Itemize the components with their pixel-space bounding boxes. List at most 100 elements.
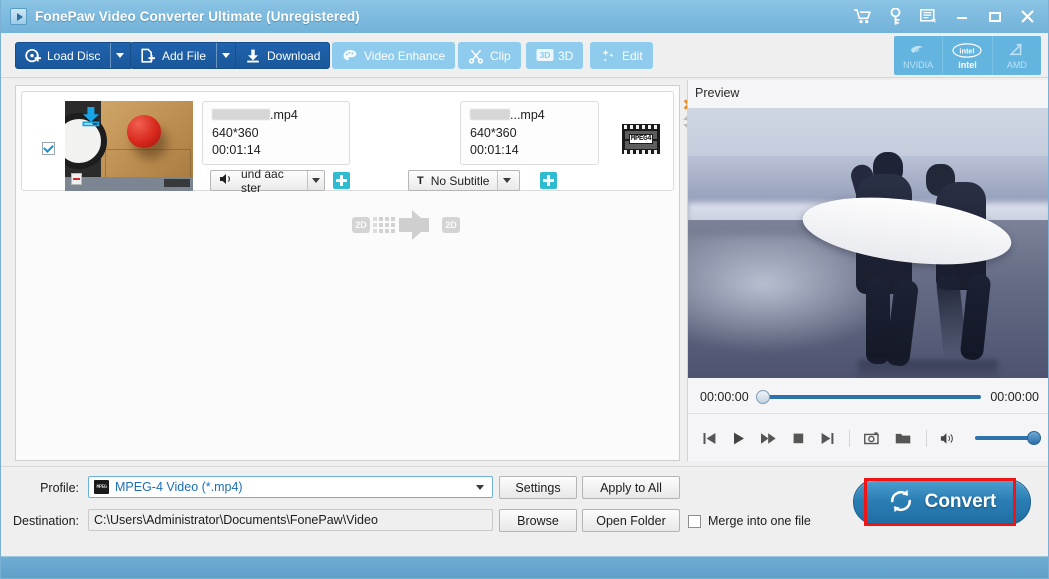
app-window: FonePaw Video Converter Ultimate (Unregi… (0, 0, 1049, 579)
load-disc-label: Load Disc (47, 48, 101, 63)
next-icon[interactable] (820, 430, 835, 447)
status-bar (1, 556, 1048, 578)
seek-knob[interactable] (755, 389, 770, 404)
open-folder-icon[interactable] (895, 430, 912, 447)
maximize-icon[interactable] (978, 2, 1011, 32)
fast-forward-icon[interactable] (760, 430, 777, 447)
load-disc-dropdown[interactable] (110, 43, 129, 68)
cart-icon[interactable] (846, 2, 879, 32)
conversion-arrow: 2D 2D (352, 209, 460, 241)
title-bar: FonePaw Video Converter Ultimate (Unregi… (1, 0, 1048, 33)
target-filename-suffix: ...mp4 (510, 108, 545, 122)
seek-bar[interactable]: 00:00:00 00:00:00 (688, 380, 1048, 414)
feedback-icon[interactable] (912, 2, 945, 32)
add-subtitle-button[interactable] (540, 172, 557, 189)
play-icon[interactable] (731, 430, 746, 447)
video-enhance-label: Video Enhance (364, 48, 446, 63)
merge-into-one-file[interactable]: Merge into one file (688, 514, 811, 528)
audio-track-dropdown-arrow[interactable] (306, 171, 324, 190)
transition-dots-icon (373, 217, 395, 233)
add-file-button[interactable]: Add File (130, 42, 240, 69)
target-duration: 00:01:14 (470, 143, 519, 157)
volume-icon[interactable] (940, 430, 957, 447)
open-folder-button[interactable]: Open Folder (582, 509, 680, 532)
key-icon[interactable] (879, 2, 912, 32)
disc-add-icon (25, 48, 41, 64)
preview-video[interactable] (688, 108, 1048, 378)
stop-icon[interactable] (791, 430, 806, 447)
mpeg4-label: MPEG4 (628, 134, 654, 144)
thumbnail-timecode (164, 179, 190, 187)
settings-button[interactable]: Settings (499, 476, 577, 499)
palette-icon (342, 48, 358, 64)
divider (849, 429, 850, 447)
window-title: FonePaw Video Converter Ultimate (Unregi… (35, 9, 360, 24)
three-d-label: 3D (558, 48, 574, 63)
preview-panel: Preview 00:00:00 00:00:00 (687, 80, 1048, 461)
accel-nvidia-button[interactable]: NVIDIA (894, 36, 944, 75)
browse-button[interactable]: Browse (499, 509, 577, 532)
merge-checkbox[interactable] (688, 514, 701, 528)
download-button[interactable]: Download (235, 42, 331, 69)
add-audio-track-button[interactable] (333, 172, 350, 189)
close-icon[interactable] (1011, 2, 1044, 32)
volume-track[interactable] (975, 431, 1041, 445)
convert-to-badge: 2D (442, 217, 460, 233)
edit-button[interactable]: Edit (590, 42, 653, 69)
add-file-label: Add File (162, 48, 207, 63)
seek-track[interactable] (755, 389, 982, 404)
merge-label: Merge into one file (708, 514, 811, 528)
convert-label: Convert (924, 491, 997, 512)
apply-to-all-button[interactable]: Apply to All (582, 476, 680, 499)
video-enhance-button[interactable]: Video Enhance (332, 42, 456, 69)
intel-icon: intel (952, 42, 983, 59)
accel-amd-label: AMD (1006, 59, 1027, 70)
three-d-button[interactable]: 3D 3D (526, 42, 584, 69)
current-time: 00:00:00 (700, 389, 749, 404)
minimize-icon[interactable] (945, 2, 978, 32)
convert-button[interactable]: Convert (853, 479, 1031, 525)
play-logo-icon (10, 8, 27, 25)
volume-knob[interactable] (1027, 431, 1041, 445)
divider-2 (925, 429, 927, 447)
mpeg4-icon: MPEG (94, 480, 109, 494)
text-icon: T (417, 174, 424, 187)
profile-label: Profile: (40, 481, 79, 495)
file-thumbnail (65, 101, 193, 191)
sparkle-icon (600, 48, 616, 64)
load-disc-button[interactable]: Load Disc (15, 42, 134, 69)
destination-label: Destination: (12, 514, 79, 528)
speaker-icon (219, 173, 234, 188)
source-filename-suffix: .mp4 (270, 108, 298, 122)
target-file-info: ...mp4 640*360 00:01:14 (460, 101, 599, 165)
accel-intel-button[interactable]: intel intel (943, 36, 993, 75)
window-controls (846, 0, 1044, 33)
edit-label: Edit (622, 48, 643, 63)
nvidia-icon (908, 42, 928, 59)
profile-value: MPEG-4 Video (*.mp4) (115, 480, 243, 494)
file-item-checkbox[interactable] (42, 142, 55, 155)
source-file-info: .mp4 640*360 00:01:14 (202, 101, 350, 165)
subtitle-select[interactable]: T No Subtitle (408, 170, 520, 191)
subtitle-dropdown-arrow[interactable] (497, 171, 517, 190)
snapshot-icon[interactable] (863, 430, 881, 447)
refresh-icon (888, 488, 914, 517)
add-file-dropdown[interactable] (216, 43, 235, 68)
three-d-icon: 3D (536, 48, 554, 64)
audio-track-select[interactable]: und aac ster (210, 167, 325, 195)
profile-select[interactable]: MPEG MPEG-4 Video (*.mp4) (88, 476, 493, 498)
download-label: Download (267, 48, 321, 63)
redacted-filename (212, 109, 270, 120)
hardware-acceleration-group: NVIDIA intel intel AMD (894, 36, 1041, 75)
file-list[interactable]: .mp4 640*360 00:01:14 2D 2D ...mp4 640*3… (15, 85, 695, 461)
clip-button[interactable]: Clip (458, 42, 521, 69)
file-list-item[interactable]: .mp4 640*360 00:01:14 2D 2D ...mp4 640*3… (21, 91, 695, 240)
amd-icon (1009, 42, 1024, 59)
mpeg4-format-icon: MPEG4 (622, 124, 660, 154)
destination-input[interactable]: C:\Users\Administrator\Documents\FonePaw… (88, 509, 493, 531)
source-filename: .mp4 (212, 107, 340, 125)
accel-amd-button[interactable]: AMD (992, 36, 1041, 75)
target-resolution: 640*360 (470, 125, 517, 140)
previous-icon[interactable] (702, 430, 717, 447)
profile-dropdown-arrow[interactable] (476, 485, 484, 490)
